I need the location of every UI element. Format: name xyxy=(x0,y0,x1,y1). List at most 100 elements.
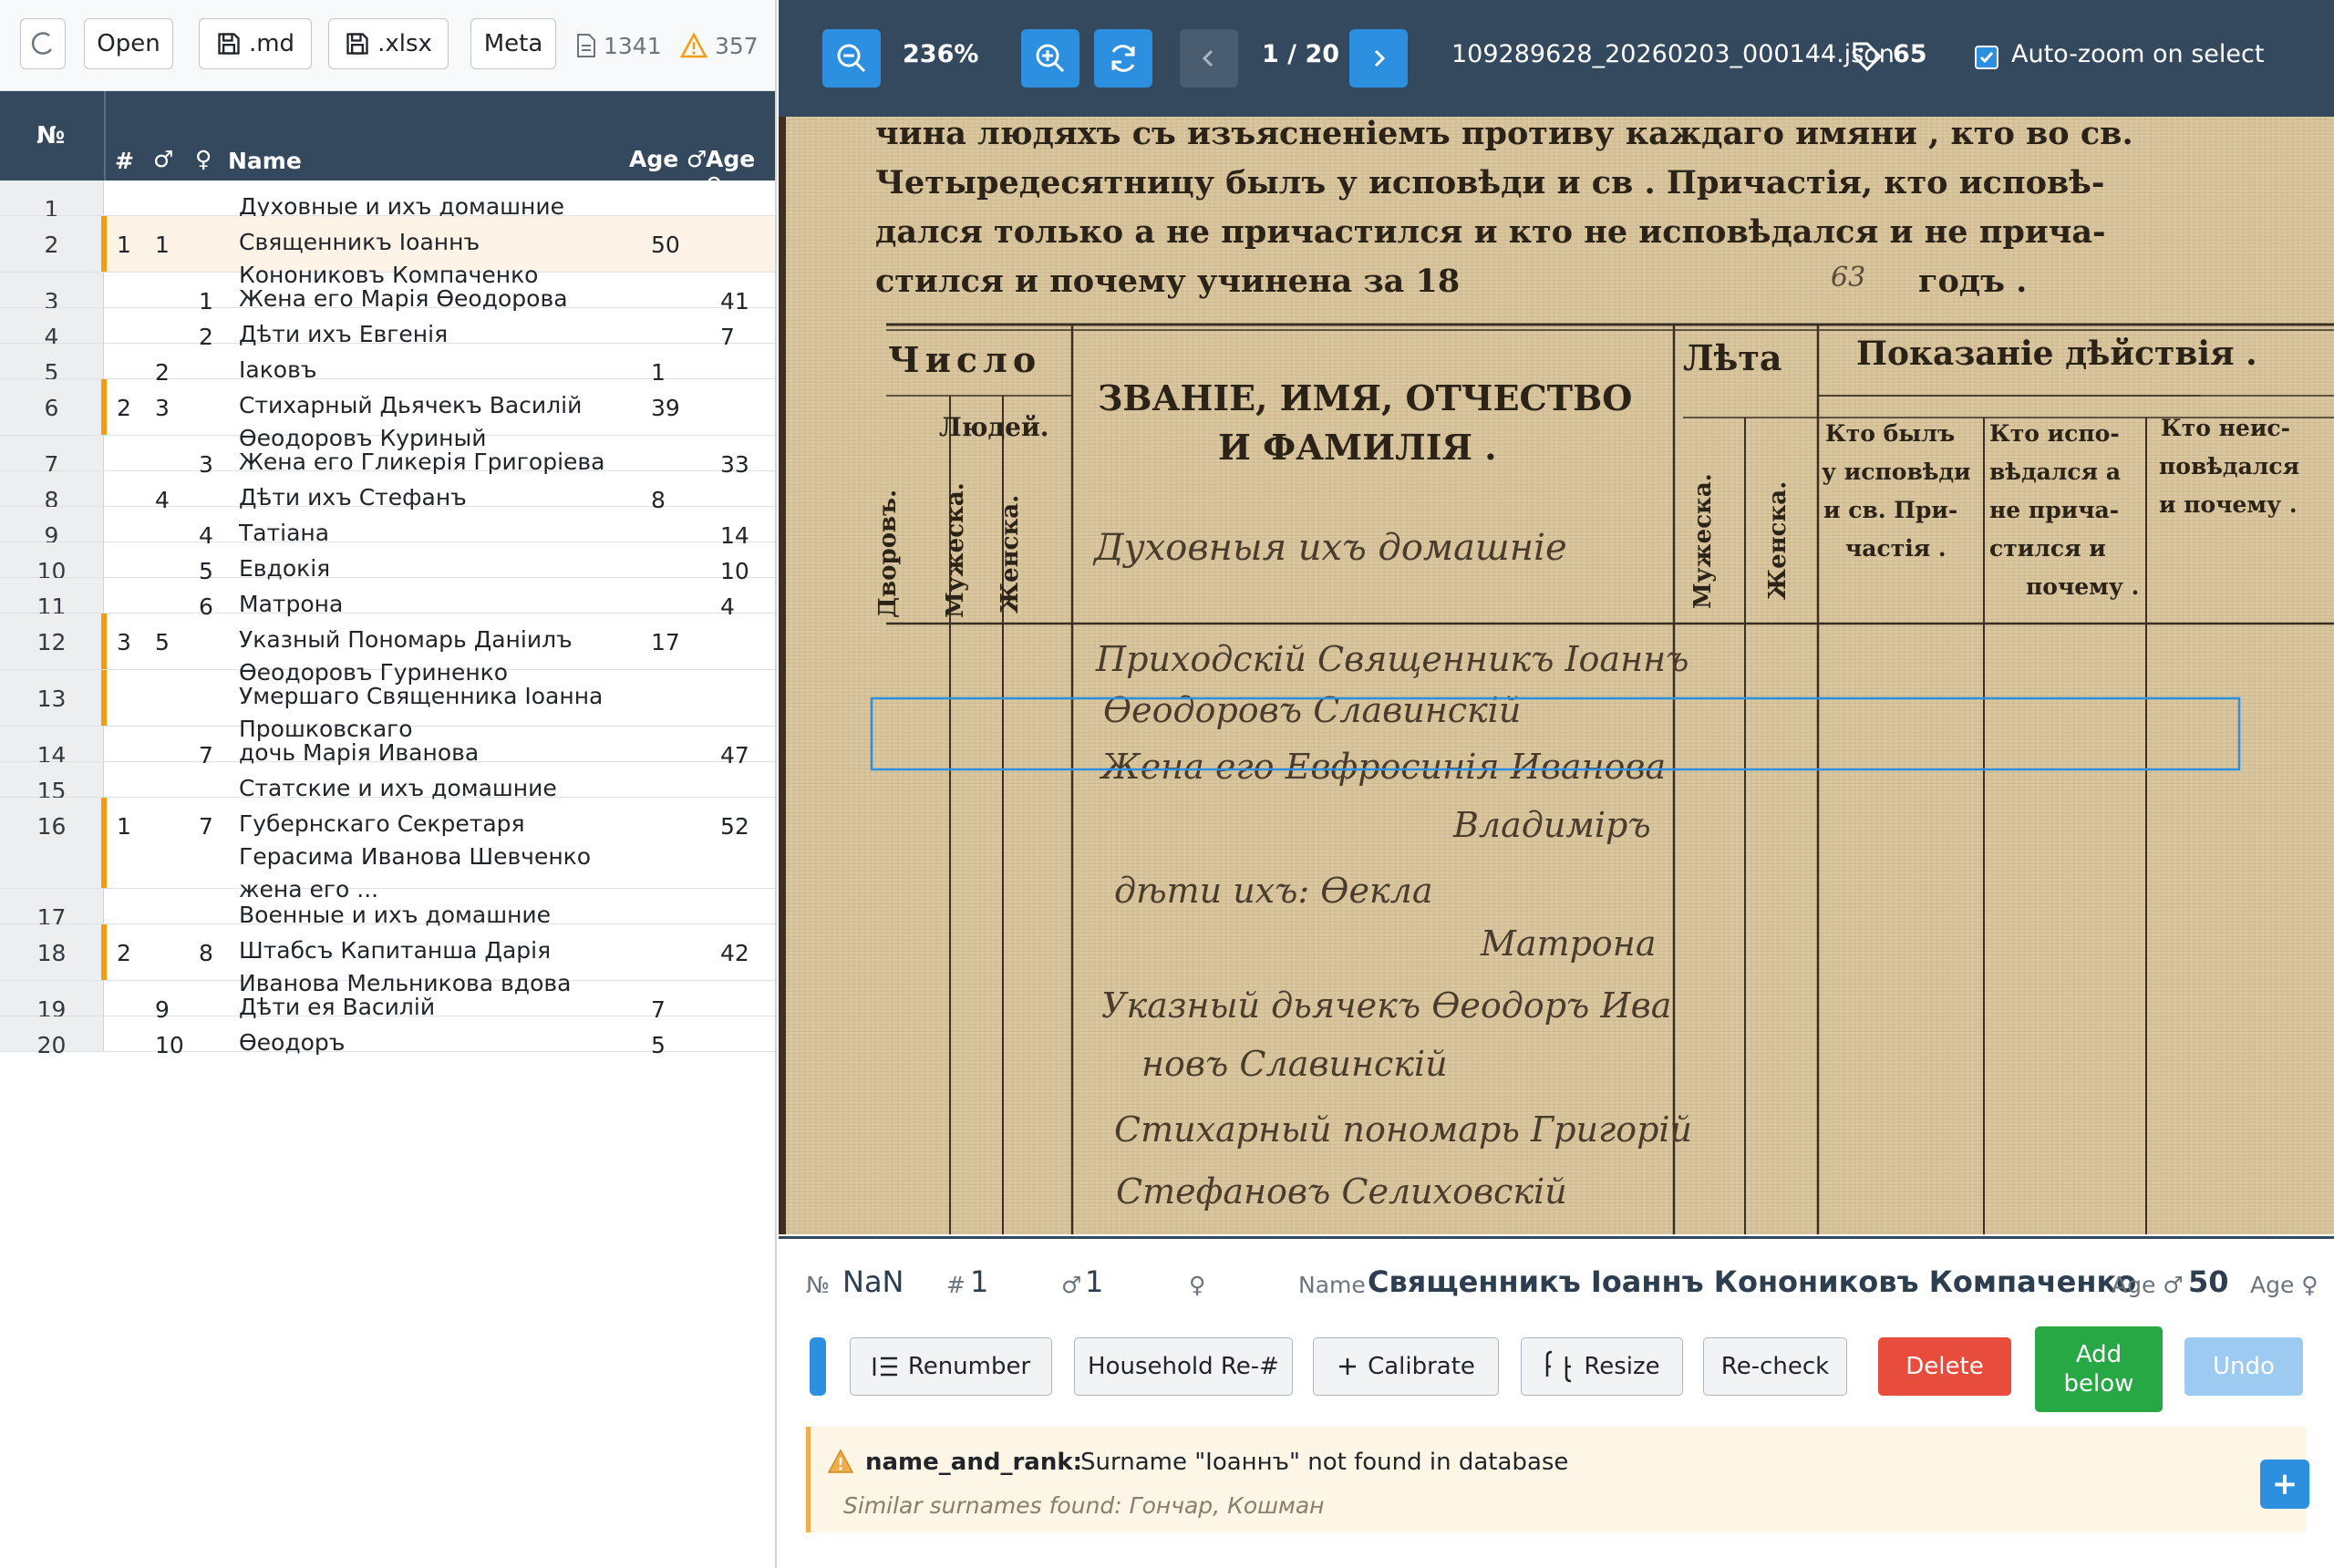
issue-add-button[interactable]: + xyxy=(2260,1460,2309,1509)
table-row[interactable]: 6 2 3 Стихарный Дьячекъ Василій Өеодоровъ К… xyxy=(0,379,775,451)
household-marker xyxy=(101,379,107,435)
household-value[interactable]: 1 xyxy=(970,1264,988,1299)
meta-button[interactable]: Meta xyxy=(470,18,556,69)
table-row[interactable]: 13 Умершаго Священника Іоанна Прошковскаг… xyxy=(0,670,775,742)
renumber-button[interactable]: Renumber xyxy=(850,1337,1052,1396)
export-md-button[interactable]: .md xyxy=(199,18,312,69)
chevron-right-icon xyxy=(1374,49,1386,67)
doc-kto-byl-2: у исповѣди xyxy=(1822,459,1971,485)
warning-count: 357 xyxy=(680,27,759,64)
name-label: Name xyxy=(1298,1272,1366,1298)
col-name-header[interactable]: Name xyxy=(228,148,302,174)
table-row[interactable]: 10 5 Евдокія 10 xyxy=(0,542,775,584)
doc-kto-ne-2: повѣдался xyxy=(2159,453,2299,480)
age-male-value[interactable]: 50 xyxy=(2188,1264,2229,1299)
refresh-icon xyxy=(1111,45,1135,72)
add-below-button[interactable]: Add below xyxy=(2035,1326,2163,1412)
table-row[interactable]: 20 10 Өеодоръ 5 xyxy=(0,1016,775,1058)
zoom-in-button[interactable] xyxy=(1021,29,1079,88)
undo-button[interactable]: Undo xyxy=(2184,1337,2303,1396)
table-row[interactable]: 17 Военные и ихъ домашние xyxy=(0,889,775,931)
row-male-num: 5 xyxy=(155,629,170,655)
row-number: 19 xyxy=(0,981,104,1023)
table-row[interactable]: 1 Духовные и ихъ домашние xyxy=(0,181,775,222)
prev-page-button[interactable] xyxy=(1180,29,1238,88)
doc-kto-isp-1: Кто испо- xyxy=(1989,420,2120,447)
table-row[interactable]: 18 2 8 Штабсъ Капитанша Дарія Иванова Мельн… xyxy=(0,924,775,996)
row-household: 1 xyxy=(117,813,131,840)
save-icon xyxy=(346,33,368,55)
calibrate-button[interactable]: Calibrate xyxy=(1313,1337,1499,1396)
autozoom-label[interactable]: Auto-zoom on select xyxy=(2011,40,2264,68)
reload-button[interactable] xyxy=(20,18,66,69)
row-number: 8 xyxy=(0,471,104,513)
table-row[interactable]: 4 2 Дѣти ихъ Евгенія 7 xyxy=(0,308,775,350)
doc-col-muzh: Мужеска. xyxy=(942,482,969,618)
row-number: 12 xyxy=(0,614,104,669)
export-xlsx-button[interactable]: .xlsx xyxy=(328,18,449,69)
table-row[interactable]: 11 6 Матрона 4 xyxy=(0,578,775,620)
row-number: 3 xyxy=(0,273,104,315)
table-row[interactable]: 14 7 дочь Марія Иванова 47 xyxy=(0,727,775,769)
resize-icon xyxy=(1546,1350,1572,1383)
table-row[interactable]: 9 4 Татіана 14 xyxy=(0,507,775,549)
reset-view-button[interactable] xyxy=(1094,29,1152,88)
household-label: # xyxy=(946,1272,966,1298)
app-root: Open .md .xlsx Meta 1341 357 № # ♂ ♀ Nam… xyxy=(0,0,2334,1568)
doc-kto-isp-2: вѣдался а xyxy=(1989,459,2121,485)
table-row[interactable]: 5 2 Іаковъ 1 xyxy=(0,344,775,386)
table-row[interactable]: 16 1 7 Губернскаго Секретаря Герасима Ивано… xyxy=(0,798,775,903)
col-female-header[interactable]: ♀ xyxy=(195,146,212,172)
col-household-header[interactable]: # xyxy=(115,148,134,174)
female-label: ♀ xyxy=(1189,1272,1206,1298)
document-viewer[interactable]: чина людяхъ съ изъясненіемъ противу кажд… xyxy=(779,117,2334,1234)
row-number: 18 xyxy=(0,924,104,980)
table-row[interactable]: 19 9 Дѣти ея Василій 7 xyxy=(0,981,775,1023)
row-household: 1 xyxy=(117,232,131,258)
zoom-level: 236% xyxy=(903,40,979,68)
table-row[interactable]: 7 3 Жена его Гликерія Григоріева 33 xyxy=(0,436,775,478)
col-num-header[interactable]: № xyxy=(36,122,65,150)
household-renumber-button[interactable]: Household Re-# xyxy=(1074,1337,1293,1396)
doc-kto-byl-3: и св. При- xyxy=(1823,497,1957,523)
col-age-male-header[interactable]: Age ♂ xyxy=(629,146,707,172)
table-row[interactable]: 8 4 Дѣти ихъ Стефанъ 8 xyxy=(0,471,775,513)
document-count: 1341 xyxy=(576,27,662,64)
md-label: .md xyxy=(248,30,295,57)
table-row[interactable]: 12 3 5 Указный Пономарь Даніилъ Өеодоровъ Г… xyxy=(0,614,775,686)
plus-icon xyxy=(1339,1358,1357,1375)
open-button[interactable]: Open xyxy=(84,18,173,69)
row-age-male: 39 xyxy=(651,395,680,421)
next-page-button[interactable] xyxy=(1349,29,1408,88)
doc-hand-line-6: Матрона xyxy=(1480,923,1657,964)
table-row[interactable]: 3 1 Жена его Марія Өеодорова 41 xyxy=(0,273,775,315)
doc-col-zvanie-1: ЗВАНІЕ, ИМЯ, ОТЧЕСТВО xyxy=(1098,377,1632,418)
household-marker xyxy=(101,798,107,888)
row-age-female: 52 xyxy=(720,813,749,840)
color-marker-button[interactable] xyxy=(810,1337,826,1396)
recheck-button[interactable]: Re-check xyxy=(1703,1337,1847,1396)
delete-button[interactable]: Delete xyxy=(1878,1337,2011,1396)
doc-kto-isp-3: не прича- xyxy=(1989,497,2119,523)
document-icon xyxy=(577,34,595,57)
row-male-num: 3 xyxy=(155,395,170,421)
autozoom-checkbox[interactable] xyxy=(1975,46,1998,69)
doc-col-pokazanie: Показаніе дѣйствія . xyxy=(1856,335,2257,373)
col-male-header[interactable]: ♂ xyxy=(153,146,173,172)
zoom-out-button[interactable] xyxy=(822,29,881,88)
male-value[interactable]: 1 xyxy=(1085,1264,1103,1299)
doc-hand-line-7: Указный дьячекъ Өеодоръ Ива xyxy=(1101,985,1671,1026)
row-number: 13 xyxy=(0,670,104,726)
warning-icon xyxy=(827,1449,854,1473)
doc-col-zhen: Женска. xyxy=(997,495,1024,614)
table-row[interactable]: 2 1 1 Священникъ Іоаннъ Конониковъ Компачен… xyxy=(0,216,775,288)
doc-col-chislo: Число xyxy=(888,339,1041,380)
resize-button[interactable]: Resize xyxy=(1521,1337,1683,1396)
num-value[interactable]: NaN xyxy=(842,1264,904,1299)
table-row[interactable]: 15 Статские и ихъ домашние xyxy=(0,762,775,804)
doc-kto-byl-1: Кто былъ xyxy=(1825,420,1955,447)
name-value[interactable]: Священникъ Іоаннъ Конониковъ Компаченко xyxy=(1368,1264,2136,1299)
meta-label: Meta xyxy=(483,30,543,57)
row-male-num: 10 xyxy=(155,1032,184,1058)
row-number: 17 xyxy=(0,889,104,931)
